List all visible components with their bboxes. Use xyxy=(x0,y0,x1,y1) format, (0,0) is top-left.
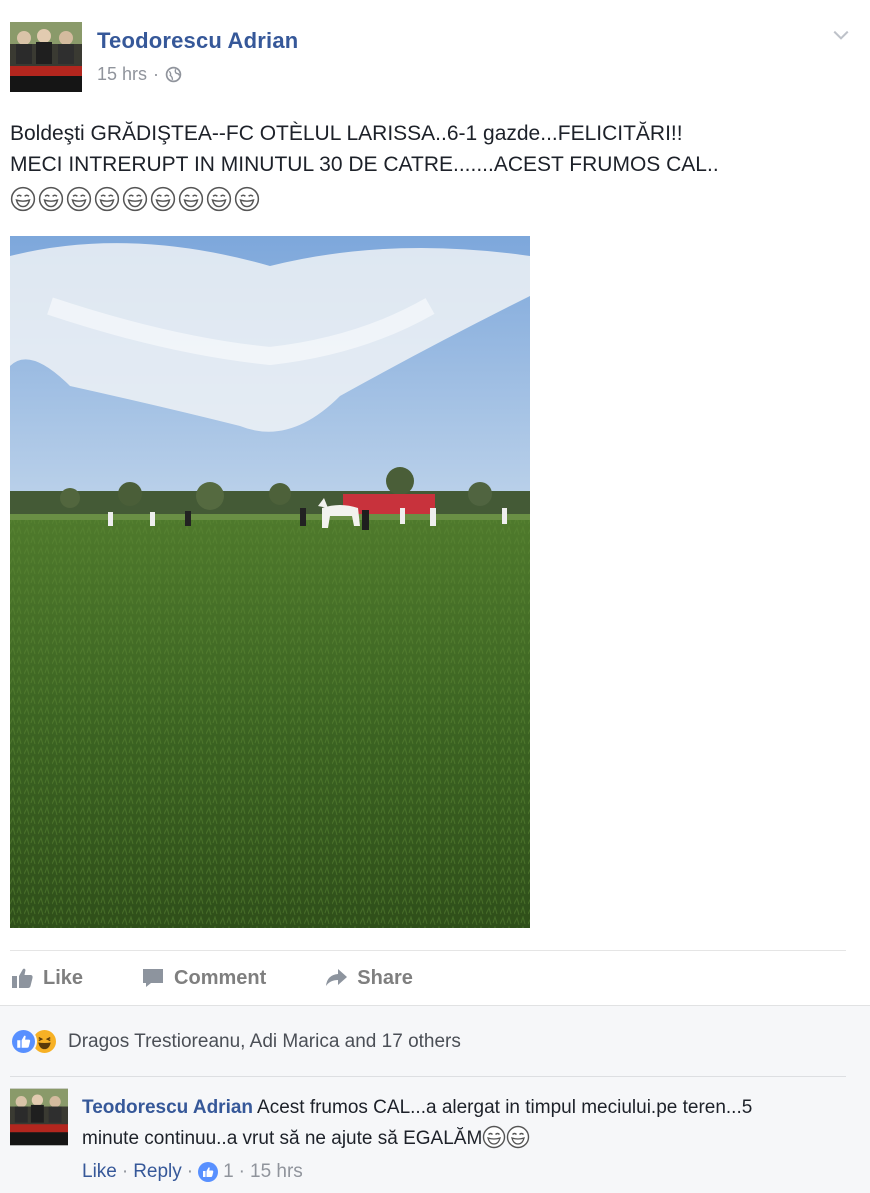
meta-separator: · xyxy=(186,1161,194,1182)
smiling-face-emoji-icon xyxy=(234,186,260,212)
like-reaction-icon xyxy=(10,1028,37,1055)
comment-body: Teodorescu Adrian Acest frumos CAL...a al… xyxy=(82,1092,782,1154)
comment-icon xyxy=(143,969,164,987)
meta-separator: · xyxy=(238,1161,245,1182)
reactors-list[interactable]: Dragos Trestioreanu, Adi Marica and 17 o… xyxy=(68,1031,461,1053)
like-button[interactable]: Like xyxy=(10,966,83,990)
smiling-face-emoji-icon xyxy=(507,1125,530,1149)
like-label: Like xyxy=(43,966,84,989)
comment-author-name[interactable]: Teodorescu Adrian xyxy=(82,1097,253,1118)
comment-like-link[interactable]: Like xyxy=(82,1161,117,1183)
meta-separator: · xyxy=(121,1161,129,1182)
chevron-down-icon[interactable] xyxy=(832,26,850,44)
comment-button[interactable]: Comment xyxy=(141,966,266,990)
meta-separator: · xyxy=(153,64,160,84)
smiling-face-emoji-icon xyxy=(178,186,204,212)
globe-icon[interactable] xyxy=(165,66,182,83)
comment-emoji-group xyxy=(482,1125,530,1149)
comment-timestamp[interactable]: 15 hrs xyxy=(250,1161,303,1183)
like-reaction-icon xyxy=(198,1162,219,1182)
post-text-line-2: MECI INTRERUPT IN MINUTUL 30 DE CATRE...… xyxy=(10,153,719,176)
share-label: Share xyxy=(357,966,413,989)
post-timestamp[interactable]: 15 hrs xyxy=(97,64,147,85)
post-text-line-1: Boldeşti GRĂDIŞTEA--FC OTÈLUL LARISSA..6… xyxy=(10,122,683,145)
smiling-face-emoji-icon xyxy=(122,186,148,212)
comments-divider xyxy=(10,1076,846,1077)
comment-reply-link[interactable]: Reply xyxy=(133,1161,182,1183)
emoji-row xyxy=(10,186,860,212)
smiling-face-emoji-icon xyxy=(38,186,64,212)
share-icon xyxy=(326,969,348,986)
smiling-face-emoji-icon xyxy=(150,186,176,212)
smiling-face-emoji-icon xyxy=(483,1125,506,1149)
thumbs-up-icon xyxy=(12,968,33,988)
smiling-face-emoji-icon xyxy=(206,186,232,212)
post-photo[interactable] xyxy=(10,236,530,928)
smiling-face-emoji-icon xyxy=(66,186,92,212)
share-button[interactable]: Share xyxy=(324,966,413,990)
comment-label: Comment xyxy=(174,966,267,989)
smiling-face-emoji-icon xyxy=(10,186,36,212)
smiling-face-emoji-icon xyxy=(94,186,120,212)
post-author-name[interactable]: Teodorescu Adrian xyxy=(97,28,298,54)
post-actions: Like Comment Share xyxy=(10,962,471,994)
author-avatar[interactable] xyxy=(10,22,82,92)
comment-author-avatar[interactable] xyxy=(10,1088,68,1146)
comment-meta: Like · Reply · 1 · 15 hrs xyxy=(82,1161,303,1183)
feedback-section: Dragos Trestioreanu, Adi Marica and 17 o… xyxy=(0,1005,870,1193)
reactions-summary[interactable]: Dragos Trestioreanu, Adi Marica and 17 o… xyxy=(10,1028,461,1055)
post-meta: 15 hrs · xyxy=(97,64,182,85)
post-text: Boldeşti GRĂDIŞTEA--FC OTÈLUL LARISSA..6… xyxy=(10,118,860,212)
comment-like-count[interactable]: 1 xyxy=(223,1161,234,1183)
post-card: Teodorescu Adrian 15 hrs · Boldeşti GRĂD… xyxy=(0,0,870,1005)
actions-divider xyxy=(10,950,846,951)
